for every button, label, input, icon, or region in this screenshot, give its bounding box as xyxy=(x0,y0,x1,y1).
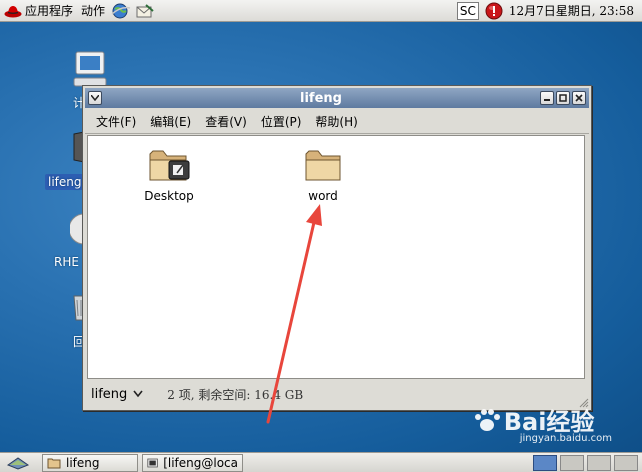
menu-edit[interactable]: 编辑(E) xyxy=(143,113,198,130)
minimize-button[interactable] xyxy=(540,91,554,105)
paw-icon xyxy=(474,409,500,431)
chevron-down-icon xyxy=(133,390,143,398)
file-manager-window: lifeng 文件(F) 编辑(E) 查看(V) 位置(P) 帮助(H) Des… xyxy=(82,85,592,411)
window-titlebar[interactable]: lifeng xyxy=(85,88,589,108)
chevron-down-icon xyxy=(91,95,99,101)
maximize-button[interactable] xyxy=(556,91,570,105)
clock[interactable]: 12月7日星期日, 23:58 xyxy=(509,2,642,19)
show-desktop-icon[interactable] xyxy=(6,455,30,471)
bottom-panel: lifeng [lifeng@loca xyxy=(0,452,642,472)
watermark-url: jingyan.baidu.com xyxy=(519,433,612,444)
web-browser-icon[interactable] xyxy=(111,2,131,20)
window-title: lifeng xyxy=(300,90,342,106)
top-panel: 应用程序 动作 SC 12月7日星期日, 23:58 xyxy=(0,0,642,22)
applications-menu[interactable]: 应用程序 xyxy=(0,0,77,22)
folder-icon xyxy=(47,458,61,468)
minimize-icon xyxy=(544,99,550,101)
workspace-1[interactable] xyxy=(533,454,557,471)
watermark: Bai经验 jingyan.baidu.com xyxy=(472,402,612,444)
file-view[interactable]: Desktop word xyxy=(87,135,585,379)
close-button[interactable] xyxy=(572,91,586,105)
terminal-icon xyxy=(147,458,158,467)
workspace-2[interactable] xyxy=(560,454,584,471)
menu-view[interactable]: 查看(V) xyxy=(198,113,254,130)
file-name-word: word xyxy=(308,189,338,203)
menu-help[interactable]: 帮助(H) xyxy=(308,113,364,130)
menu-file[interactable]: 文件(F) xyxy=(89,113,143,130)
input-method-indicator[interactable]: SC xyxy=(456,1,479,20)
applications-label: 应用程序 xyxy=(25,4,74,18)
file-name-desktop: Desktop xyxy=(144,189,194,203)
desktop-label-cdrom[interactable]: RHE xyxy=(54,255,79,269)
update-alert-icon[interactable] xyxy=(485,2,503,20)
close-icon xyxy=(575,94,583,102)
watermark-brand: Bai经验 xyxy=(503,408,595,436)
desktop-label-home[interactable]: lifeng xyxy=(45,174,85,190)
workspace-3[interactable] xyxy=(587,454,611,471)
desktop-folder-icon xyxy=(149,150,190,181)
task-button-lifeng[interactable]: lifeng xyxy=(42,453,138,472)
task-label-lifeng: lifeng xyxy=(66,455,100,470)
location-select-value: lifeng xyxy=(91,386,128,402)
task-label-terminal: [lifeng@loca xyxy=(163,455,238,470)
menu-bar: 文件(F) 编辑(E) 查看(V) 位置(P) 帮助(H) xyxy=(85,110,589,132)
location-select[interactable]: lifeng xyxy=(87,387,147,402)
workspace-4[interactable] xyxy=(614,454,638,471)
workspace-switcher[interactable] xyxy=(533,454,638,471)
menu-places[interactable]: 位置(P) xyxy=(254,113,309,130)
redhat-icon xyxy=(4,5,22,17)
task-button-terminal[interactable]: [lifeng@loca xyxy=(142,453,243,472)
maximize-icon xyxy=(559,94,567,102)
actions-menu[interactable]: 动作 xyxy=(77,0,109,22)
window-menu-button[interactable] xyxy=(88,91,102,105)
file-item-desktop[interactable]: Desktop xyxy=(124,144,214,203)
folder-icon xyxy=(305,150,341,181)
menu-divider xyxy=(85,133,589,134)
actions-label: 动作 xyxy=(81,4,106,18)
computer-icon[interactable] xyxy=(70,48,112,90)
status-text: 2 项, 剩余空间: 16.4 GB xyxy=(167,387,304,402)
file-item-word[interactable]: word xyxy=(278,144,368,203)
email-icon[interactable] xyxy=(135,2,155,20)
